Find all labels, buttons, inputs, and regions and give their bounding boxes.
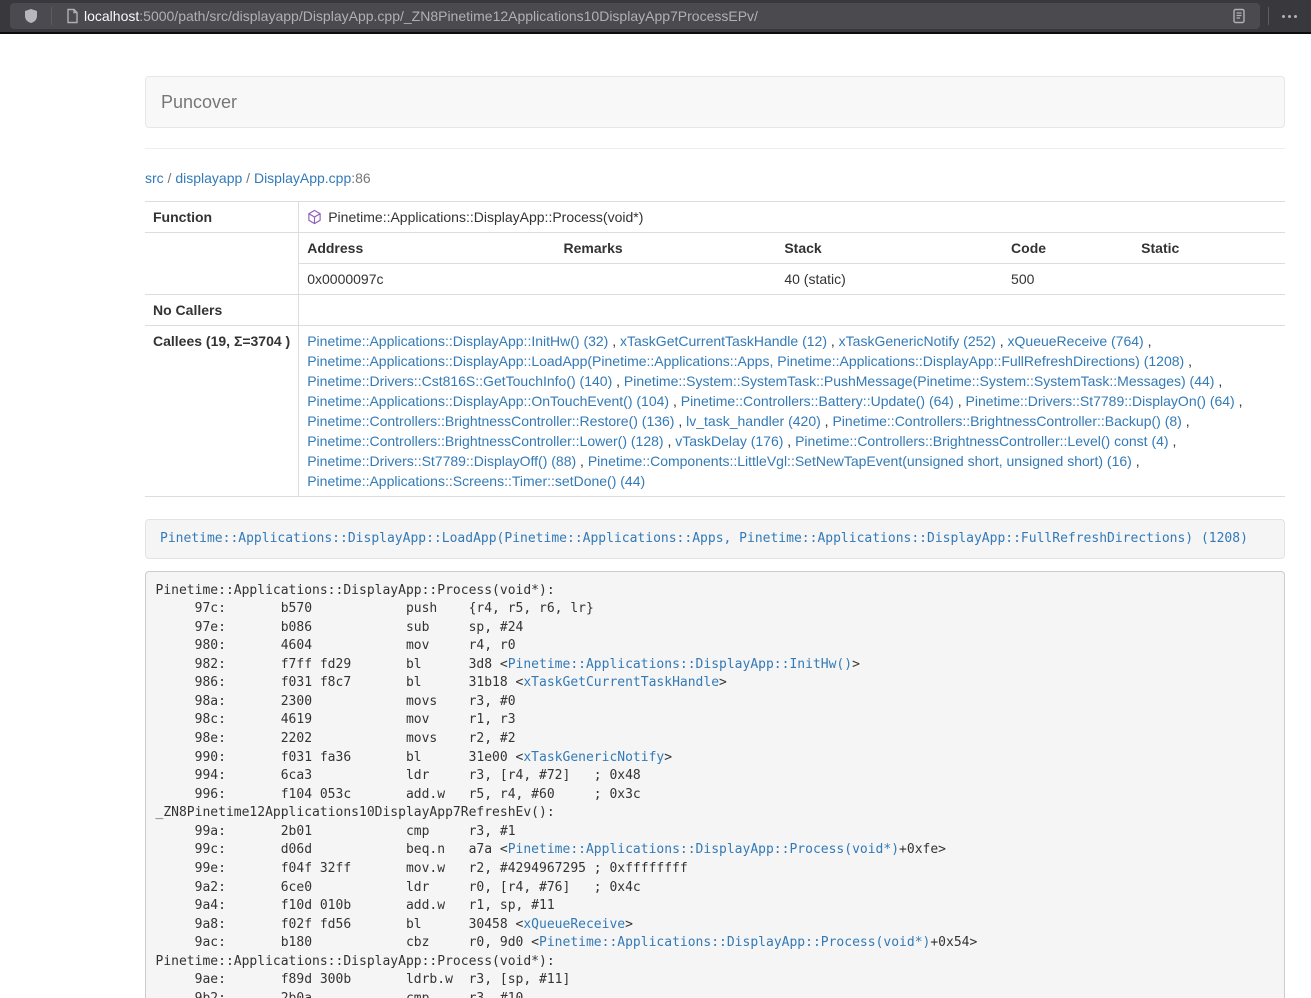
callee-link[interactable]: Pinetime::Drivers::St7789::DisplayOff() … — [307, 453, 576, 469]
callees-label: Callees (19, Σ=3704 ) — [145, 326, 299, 497]
callee-separator: , — [1144, 333, 1152, 349]
stats-cell: Address Remarks Stack Code Static 0x0000… — [299, 233, 1285, 295]
callee-separator: , — [576, 453, 588, 469]
callees-row: Callees (19, Σ=3704 ) Pinetime::Applicat… — [145, 326, 1285, 497]
stats-value-row: 0x0000097c 40 (static) 500 — [299, 264, 1285, 295]
url-bar[interactable]: localhost:5000/path/src/displayapp/Displ… — [10, 3, 1260, 29]
function-label: Function — [145, 202, 299, 233]
callee-separator: , — [1184, 353, 1192, 369]
breadcrumb-link[interactable]: displayapp — [175, 170, 242, 186]
function-cube-icon — [307, 209, 322, 225]
callee-separator: , — [669, 393, 681, 409]
callee-link[interactable]: Pinetime::Controllers::Battery::Update()… — [681, 393, 954, 409]
app-header: Puncover — [145, 76, 1285, 128]
divider — [145, 148, 1285, 149]
callee-separator: , — [1169, 433, 1177, 449]
page-container: Puncover src / displayapp / DisplayApp.c… — [130, 76, 1300, 998]
breadcrumb: src / displayapp / DisplayApp.cpp:86 — [145, 168, 1285, 188]
callee-link[interactable]: Pinetime::Drivers::St7789::DisplayOn() (… — [966, 393, 1235, 409]
callee-link[interactable]: Pinetime::Applications::DisplayApp::Load… — [307, 353, 1184, 369]
function-name: Pinetime::Applications::DisplayApp::Proc… — [328, 209, 643, 225]
app-title[interactable]: Puncover — [161, 92, 237, 113]
callee-link[interactable]: Pinetime::Applications::Screens::Timer::… — [307, 473, 645, 489]
col-static: Static — [1133, 233, 1285, 264]
function-name-cell: Pinetime::Applications::DisplayApp::Proc… — [299, 202, 1285, 233]
disassembly-symbol-link[interactable]: Pinetime::Applications::DisplayApp::Proc… — [539, 935, 930, 950]
callee-link[interactable]: Pinetime::Controllers::BrightnessControl… — [795, 433, 1168, 449]
disassembly-symbol-link[interactable]: Pinetime::Applications::DisplayApp::Proc… — [508, 842, 899, 857]
url-path: :5000/path/src/displayapp/DisplayApp.cpp… — [139, 8, 758, 24]
code-value: 500 — [1003, 264, 1133, 295]
function-table: Function Pinetime::Applications::Display… — [145, 201, 1285, 497]
callee-link[interactable]: Pinetime::Controllers::BrightnessControl… — [307, 433, 663, 449]
breadcrumb-link[interactable]: DisplayApp.cpp — [254, 170, 351, 186]
callee-separator: , — [1182, 413, 1190, 429]
callee-separator: , — [827, 333, 839, 349]
col-stack: Stack — [776, 233, 1003, 264]
stack-value: 40 (static) — [776, 264, 1003, 295]
no-callers-label: No Callers — [145, 295, 299, 326]
url-bar-divider — [51, 7, 52, 25]
stats-row-label — [145, 233, 299, 295]
stats-header-row: Address Remarks Stack Code Static — [299, 233, 1285, 264]
breadcrumb-separator: / — [164, 170, 176, 186]
address-value: 0x0000097c — [299, 264, 555, 295]
callee-separator: , — [1214, 373, 1222, 389]
callee-link[interactable]: Pinetime::Controllers::BrightnessControl… — [832, 413, 1181, 429]
col-code: Code — [1003, 233, 1133, 264]
callee-separator: , — [821, 413, 833, 429]
remarks-value — [556, 264, 777, 295]
col-remarks: Remarks — [556, 233, 777, 264]
callee-link[interactable]: xTaskGenericNotify (252) — [839, 333, 996, 349]
overflow-menu-icon[interactable] — [1277, 4, 1301, 28]
callee-link[interactable]: Pinetime::System::SystemTask::PushMessag… — [624, 373, 1215, 389]
page-icon — [60, 4, 84, 28]
url-text[interactable]: localhost:5000/path/src/displayapp/Displ… — [84, 8, 758, 24]
callee-separator: , — [674, 413, 686, 429]
callee-separator: , — [608, 333, 620, 349]
callee-link[interactable]: Pinetime::Controllers::BrightnessControl… — [307, 413, 674, 429]
callee-link[interactable]: vTaskDelay (176) — [675, 433, 783, 449]
callee-separator: , — [1235, 393, 1243, 409]
reader-mode-icon[interactable] — [1227, 4, 1251, 28]
stats-row: Address Remarks Stack Code Static 0x0000… — [145, 233, 1285, 295]
callee-separator: , — [954, 393, 966, 409]
no-callers-cell — [299, 295, 1285, 326]
highlighted-symbol-panel: Pinetime::Applications::DisplayApp::Load… — [145, 519, 1285, 559]
highlighted-symbol-link[interactable]: Pinetime::Applications::DisplayApp::Load… — [160, 531, 1248, 546]
callee-separator: , — [612, 373, 624, 389]
disassembly: Pinetime::Applications::DisplayApp::Proc… — [145, 571, 1285, 998]
col-address: Address — [299, 233, 555, 264]
url-host: localhost — [84, 8, 139, 24]
disassembly-symbol-link[interactable]: xTaskGenericNotify — [523, 750, 664, 765]
callee-separator: , — [664, 433, 676, 449]
disassembly-symbol-link[interactable]: xQueueReceive — [523, 917, 625, 932]
callee-link[interactable]: xTaskGetCurrentTaskHandle (12) — [620, 333, 827, 349]
shield-icon[interactable] — [19, 4, 43, 28]
browser-toolbar: localhost:5000/path/src/displayapp/Displ… — [0, 0, 1311, 34]
breadcrumb-link[interactable]: src — [145, 170, 164, 186]
disassembly-symbol-link[interactable]: Pinetime::Applications::DisplayApp::Init… — [508, 657, 852, 672]
callee-link[interactable]: xQueueReceive (764) — [1008, 333, 1144, 349]
toolbar-divider — [1268, 7, 1269, 25]
callee-link[interactable]: Pinetime::Components::LittleVgl::SetNewT… — [588, 453, 1132, 469]
breadcrumb-line-number: :86 — [351, 170, 370, 186]
callee-link[interactable]: lv_task_handler (420) — [686, 413, 821, 429]
callee-link[interactable]: Pinetime::Applications::DisplayApp::Init… — [307, 333, 608, 349]
callee-separator: , — [996, 333, 1008, 349]
disassembly-symbol-link[interactable]: xTaskGetCurrentTaskHandle — [523, 675, 719, 690]
callees-list: Pinetime::Applications::DisplayApp::Init… — [299, 326, 1285, 497]
no-callers-row: No Callers — [145, 295, 1285, 326]
callee-separator: , — [1132, 453, 1140, 469]
stats-table: Address Remarks Stack Code Static 0x0000… — [299, 233, 1285, 294]
callee-link[interactable]: Pinetime::Drivers::Cst816S::GetTouchInfo… — [307, 373, 612, 389]
static-value — [1133, 264, 1285, 295]
function-row: Function Pinetime::Applications::Display… — [145, 202, 1285, 233]
callee-separator: , — [783, 433, 795, 449]
breadcrumb-separator: / — [242, 170, 254, 186]
callee-link[interactable]: Pinetime::Applications::DisplayApp::OnTo… — [307, 393, 669, 409]
